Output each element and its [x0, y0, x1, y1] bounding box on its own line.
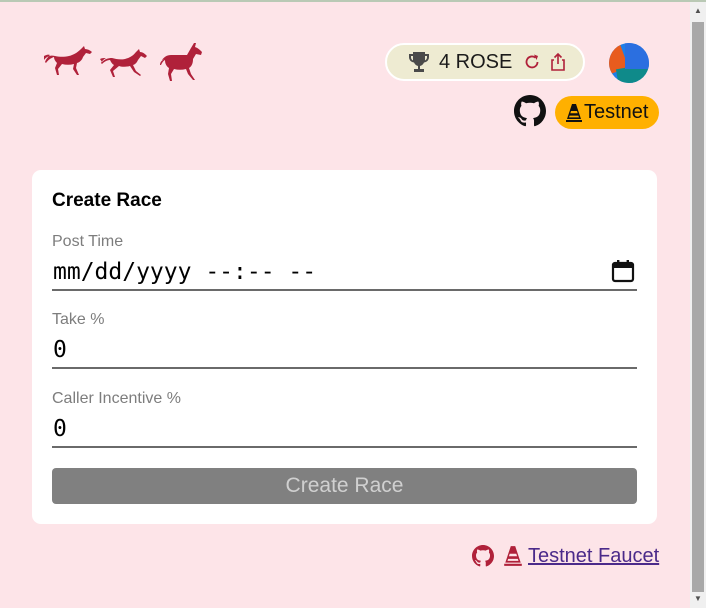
create-race-button[interactable]: Create Race — [52, 468, 637, 504]
scroll-down-arrow-icon[interactable]: ▼ — [690, 590, 706, 608]
vertical-scrollbar[interactable]: ▲ ▼ — [690, 2, 706, 608]
create-race-card: Create Race Post Time mm/dd/yyyy --:-- -… — [32, 170, 657, 524]
post-time-label: Post Time — [52, 233, 124, 250]
horse-icon — [100, 49, 147, 77]
post-time-input[interactable]: mm/dd/yyyy --:-- -- — [52, 251, 637, 291]
horse-icon — [44, 46, 92, 75]
footer: Testnet Faucet — [472, 544, 659, 568]
github-icon[interactable] — [514, 95, 546, 127]
share-icon[interactable] — [548, 52, 568, 72]
balance-display: 4 ROSE — [385, 43, 585, 81]
scroll-thumb[interactable] — [692, 22, 704, 592]
network-label: Testnet — [584, 101, 649, 123]
network-badge[interactable]: Testnet — [555, 96, 659, 129]
wallet-avatar[interactable] — [609, 43, 649, 83]
traffic-cone-icon — [504, 546, 522, 566]
take-value: 0 — [53, 337, 67, 363]
app-logo[interactable] — [42, 40, 208, 82]
card-title: Create Race — [52, 190, 162, 211]
traffic-cone-icon — [566, 103, 582, 122]
github-icon[interactable] — [472, 545, 494, 567]
take-input[interactable]: 0 — [52, 329, 637, 369]
scroll-up-arrow-icon[interactable]: ▲ — [690, 2, 706, 20]
caller-incentive-value: 0 — [53, 416, 67, 442]
top-border — [0, 0, 706, 2]
trophy-icon — [409, 52, 429, 72]
caller-incentive-label: Caller Incentive % — [52, 390, 181, 407]
post-time-value: mm/dd/yyyy --:-- -- — [53, 259, 317, 285]
testnet-faucet-link[interactable]: Testnet Faucet — [528, 545, 659, 568]
take-label: Take % — [52, 311, 105, 328]
horse-icon — [160, 43, 202, 81]
balance-amount: 4 ROSE — [439, 50, 513, 73]
calendar-icon[interactable] — [611, 259, 635, 283]
refresh-icon[interactable] — [522, 52, 542, 72]
caller-incentive-input[interactable]: 0 — [52, 408, 637, 448]
